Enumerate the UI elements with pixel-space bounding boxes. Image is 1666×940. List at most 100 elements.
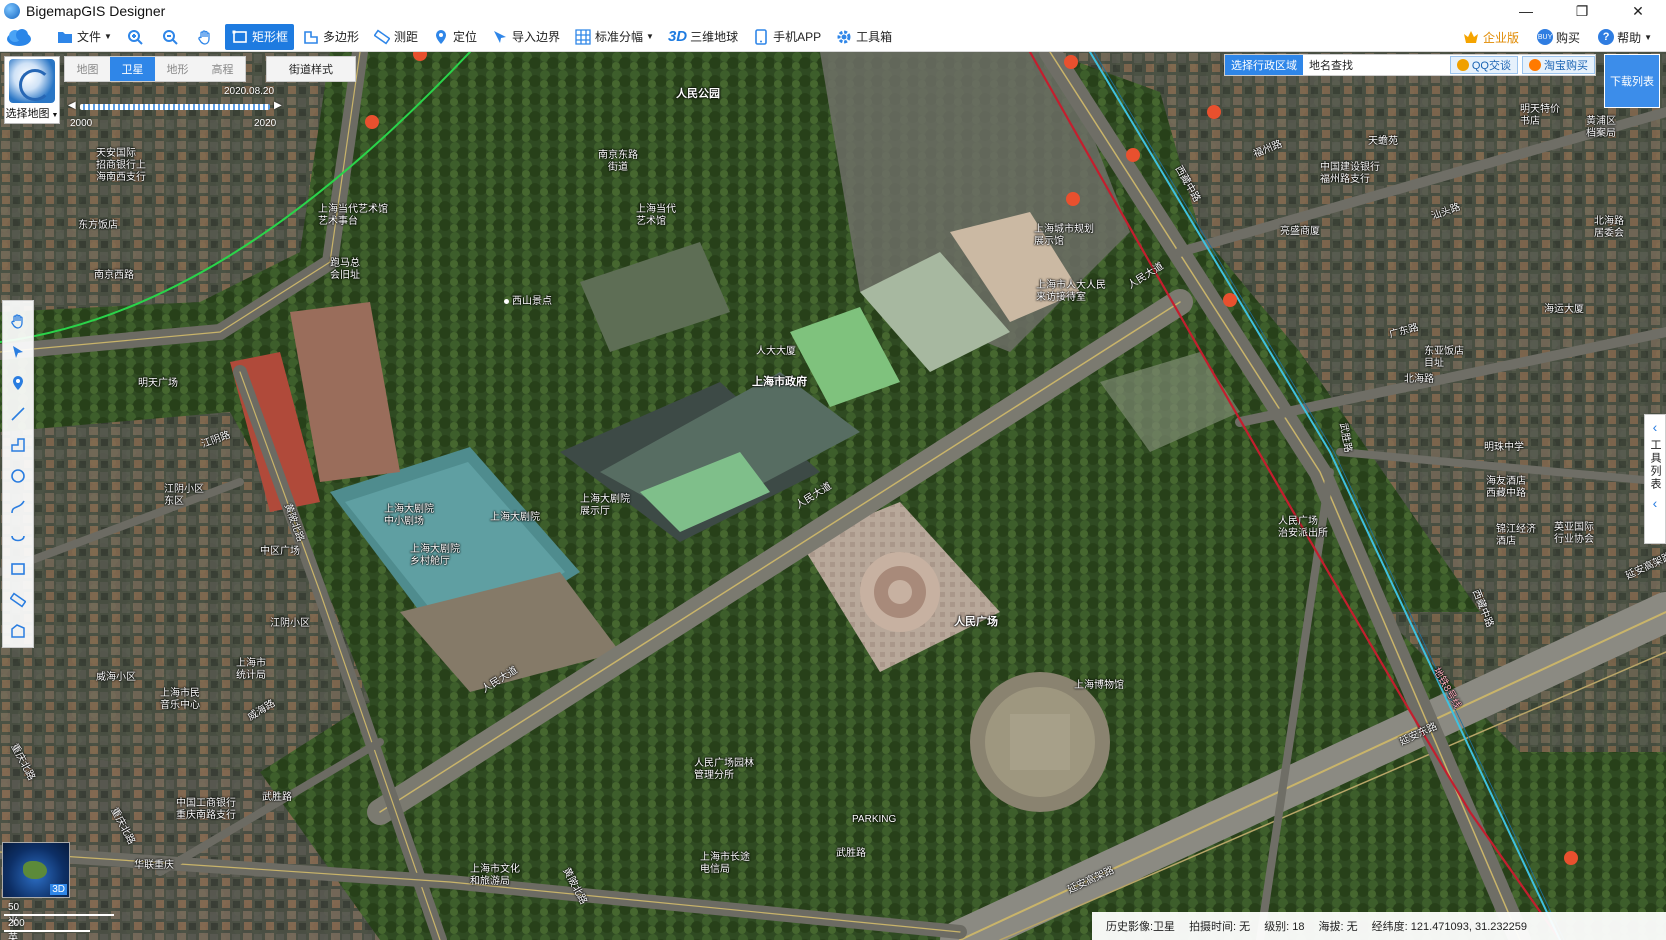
polyline-icon[interactable] xyxy=(4,429,32,460)
scale-metric-bar xyxy=(4,914,114,916)
map-label-moca: 上海当代艺术馆 艺术事台 xyxy=(318,204,388,227)
locate-label: 定位 xyxy=(452,30,477,44)
timeline-slider[interactable] xyxy=(80,104,270,110)
folder-icon xyxy=(56,28,74,46)
map-label-xishan-text: 西山景点 xyxy=(512,296,552,307)
map-source-globe-icon xyxy=(9,59,55,103)
timeline-end-date: 2020 xyxy=(254,118,277,129)
rectangle-select-label: 矩形框 xyxy=(251,30,288,44)
road-label-beihai: 北海路 xyxy=(1404,374,1434,385)
map-label-garden-office: 人民广场园林 管理分所 xyxy=(694,758,754,781)
mobile-app-button[interactable]: 手机APP xyxy=(746,24,827,50)
status-capture-time: 拍摄时间: 无 xyxy=(1189,921,1251,933)
chevron-left-icon[interactable]: ‹ xyxy=(1653,495,1658,511)
poi-dot-icon xyxy=(504,298,509,304)
map-label-ccb-fuzhou: 中国建设银行 福州路支行 xyxy=(1320,162,1380,185)
map-label-grand-theatre-small: 上海大剧院 中小剧场 xyxy=(384,504,434,527)
pan-button[interactable] xyxy=(190,24,223,50)
file-menu-button[interactable]: 文件 ▼ xyxy=(50,24,118,50)
marker-icon[interactable] xyxy=(4,367,32,398)
chevron-down-icon: ▼ xyxy=(1644,32,1652,42)
map-label-culture-bureau: 上海市文化 和旅游局 xyxy=(470,864,520,887)
toolbox-button[interactable]: 工具箱 xyxy=(829,24,898,50)
area-icon[interactable] xyxy=(4,616,32,647)
rectangle-icon[interactable] xyxy=(4,554,32,585)
minimap-3d-badge[interactable]: 3D xyxy=(50,884,67,895)
map-label-grand-theatre: 上海大剧院 xyxy=(490,512,540,523)
zoom-in-button[interactable] xyxy=(120,24,153,50)
chevron-left-icon[interactable]: ‹ xyxy=(1653,419,1658,435)
timeline-start-date: 2000 xyxy=(70,118,93,129)
phone-icon xyxy=(752,28,770,46)
map-label-jiangyin-community: 江阴小区 xyxy=(270,618,310,629)
help-button[interactable]: ? 帮助 ▼ xyxy=(1592,24,1658,50)
minimize-button[interactable]: — xyxy=(1498,0,1554,22)
map-label-grand-theatre-show: 上海大剧院 展示厅 xyxy=(580,494,630,517)
buy-label: 购买 xyxy=(1556,30,1581,45)
zoom-in-icon xyxy=(126,28,144,46)
map-label-shanghai-govt: 上海市政府 xyxy=(752,376,807,388)
ruler-icon xyxy=(373,28,391,46)
close-button[interactable]: ✕ xyxy=(1610,0,1666,22)
map-label-police-station: 人民广场 治安派出所 xyxy=(1278,516,1328,539)
map-label-beihai-committee: 北海路 居委会 xyxy=(1594,216,1624,239)
locate-button[interactable]: 定位 xyxy=(426,24,483,50)
standard-sheet-button[interactable]: 标准分幅 ▼ xyxy=(568,24,660,50)
zoom-out-button[interactable] xyxy=(155,24,188,50)
map-tab-satellite[interactable]: 卫星 xyxy=(110,57,155,81)
status-bar: 历史影像:卫星 拍摄时间: 无 级别: 18 海拔: 无 经纬度: 121.47… xyxy=(1092,912,1666,940)
road-label-wusheng: 武胜路 xyxy=(262,792,292,803)
polygon-select-button[interactable]: 多边形 xyxy=(296,24,365,50)
qq-icon xyxy=(1456,59,1469,71)
rectangle-select-icon xyxy=(231,28,249,46)
circle-icon[interactable] xyxy=(4,460,32,491)
ruler-icon[interactable] xyxy=(4,585,32,616)
map-label-grand-theatre-art: 上海大剧院 乡村舱厅 xyxy=(410,544,460,567)
line-icon[interactable] xyxy=(4,398,32,429)
scale-imperial-label: 200英尺 xyxy=(8,918,25,940)
globe-3d-button[interactable]: 3D 三维地球 xyxy=(662,24,744,50)
download-list-button[interactable]: 下载列表 xyxy=(1604,54,1660,108)
arc-icon[interactable] xyxy=(4,523,32,554)
enterprise-label: 企业版 xyxy=(1483,30,1520,45)
street-style-button[interactable]: 街道样式 xyxy=(266,56,356,82)
tab-select-region[interactable]: 选择行政区域 xyxy=(1225,55,1303,75)
measure-distance-label: 测距 xyxy=(393,30,418,44)
help-icon: ? xyxy=(1598,29,1615,45)
taobao-buy-button[interactable]: 淘宝购买 xyxy=(1522,56,1595,74)
map-tab-elevation[interactable]: 高程 xyxy=(200,57,245,81)
curve-icon[interactable] xyxy=(4,492,32,523)
buy-icon: BUY xyxy=(1537,29,1554,45)
arrow-icon[interactable] xyxy=(4,336,32,367)
maximize-button[interactable]: ❐ xyxy=(1554,0,1610,22)
qq-chat-button[interactable]: QQ交谈 xyxy=(1449,56,1518,74)
timeline-prev-icon[interactable]: ◀ xyxy=(68,100,76,111)
enterprise-button[interactable]: 企业版 xyxy=(1456,24,1525,50)
satellite-map-view[interactable]: 人民公园 南京东路 街道 上海当代艺术馆 艺术事台 上海当代 艺术馆 跑马总 会… xyxy=(0,52,1666,940)
select-map-button[interactable]: 选择地图 ▼ xyxy=(4,56,60,124)
map-label-people-square: 人民广场 xyxy=(954,616,998,628)
overview-minimap[interactable]: 3D xyxy=(2,842,70,898)
timeline-next-icon[interactable]: ▶ xyxy=(274,100,282,111)
map-type-tabs: 地图 卫星 地形 高程 xyxy=(64,56,246,82)
map-label-dongfang-hotel: 东方饭店 xyxy=(78,220,118,231)
map-label-people-park: 人民公园 xyxy=(676,88,720,100)
gear-icon xyxy=(835,28,853,46)
polygon-select-label: 多边形 xyxy=(322,30,359,44)
tool-list-panel[interactable]: ‹ 工具列表 ‹ xyxy=(1644,414,1666,544)
measure-distance-button[interactable]: 测距 xyxy=(367,24,424,50)
map-label-liangsheng: 亮盛商厦 xyxy=(1280,226,1320,237)
hand-icon[interactable] xyxy=(4,305,32,336)
map-tab-map[interactable]: 地图 xyxy=(65,57,110,81)
import-boundary-icon xyxy=(491,28,509,46)
tool-list-label: 工具列表 xyxy=(1649,439,1661,491)
map-label-huangpu-archive: 黄浦区 档案局 xyxy=(1586,116,1616,139)
chevron-down-icon: ▼ xyxy=(104,32,112,41)
rectangle-select-button[interactable]: 矩形框 xyxy=(224,23,294,50)
map-tab-terrain[interactable]: 地形 xyxy=(155,57,200,81)
buy-button[interactable]: BUY 购买 xyxy=(1531,24,1586,50)
map-label-telecom: 上海市长途 电信局 xyxy=(700,852,750,875)
import-boundary-button[interactable]: 导入边界 xyxy=(485,24,566,50)
tab-place-search[interactable]: 地名查找 xyxy=(1303,55,1359,75)
minimap-land xyxy=(23,861,47,879)
